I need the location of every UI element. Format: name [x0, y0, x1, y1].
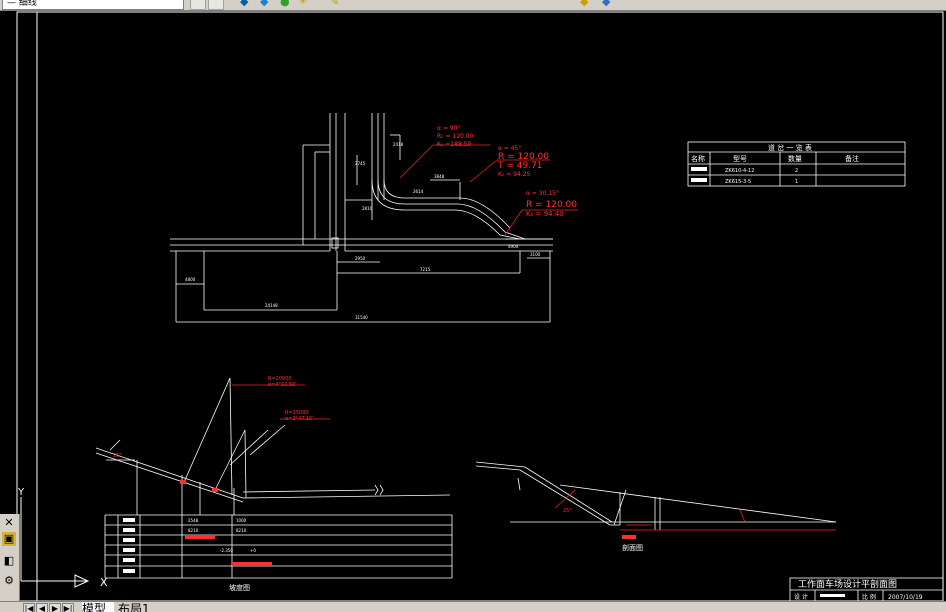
orbit-icon[interactable]: ☀ — [298, 0, 308, 8]
layout-tabs-bar: |◀ ◀ ▶ ▶| 模型 布局1 — [0, 601, 946, 612]
section-view — [475, 461, 837, 530]
dim-text-12: 2810 — [362, 206, 373, 211]
curve3-length: K₀ = 94.40 — [526, 210, 564, 218]
close-icon[interactable]: ✕ — [2, 516, 16, 530]
dim-text-10: 3848 — [434, 174, 445, 179]
turnout-header-model: 型号 — [733, 154, 747, 163]
dim-text-7: 4900 — [508, 244, 519, 249]
turnout-row2-model: ZK615-3-5 — [725, 179, 751, 185]
properties-icon[interactable]: ◆ — [260, 0, 268, 8]
turnout-header-note: 备注 — [845, 154, 859, 163]
match-properties-icon[interactable]: ✎ — [330, 0, 339, 8]
slope-label-a2b: α=3°47′10″ — [285, 416, 314, 422]
ucs-icon — [20, 497, 90, 588]
color-icon[interactable]: ◆ — [580, 0, 588, 8]
slope-cell-4: 8210 — [236, 528, 247, 533]
turnout-row2-qty: 1 — [795, 179, 798, 185]
dim-text-11: 2614 — [413, 189, 424, 194]
grip-icon[interactable]: ◧ — [2, 554, 16, 568]
section-red-marks — [554, 489, 836, 531]
dim-text-9: 2418 — [393, 142, 404, 147]
curve2-tangent: T = 49.71 — [497, 161, 543, 171]
tool-palette: ✕ ▣ ◧ ⚙ — [0, 514, 20, 602]
curve1-radius: R₀ = 120.00 — [437, 133, 474, 140]
slope-view-caption: 坡度图 — [229, 583, 250, 592]
dim-text-5: 2950 — [355, 256, 366, 261]
inner-frame — [36, 11, 944, 601]
slope-angle-label: 25° — [113, 453, 122, 459]
settings-icon[interactable]: ⚙ — [2, 574, 16, 588]
slope-red-labels: R=20000 α=4°10′50″ R=15000 α=3°47′10″ 25… — [113, 376, 330, 566]
curve-labels: α = 90° R₀ = 120.00 K₀ =188.50 α = 45° R… — [399, 125, 578, 236]
slope-table-cells — [123, 518, 135, 573]
dropdown-arrow-icon[interactable] — [208, 0, 224, 10]
section-view-caption: 剖面图 — [622, 543, 643, 552]
curve2-length: K₀ = 94.25 — [498, 171, 531, 178]
view-icon[interactable]: ◆ — [602, 0, 610, 8]
title-block-designer: 设 计 — [794, 593, 808, 601]
drawing-frame — [16, 11, 944, 601]
curve3-angle: α = 30.15° — [526, 190, 559, 197]
ucs-y-label: Y — [17, 487, 25, 498]
curve2-angle: α = 45° — [498, 145, 521, 152]
turnout-row1-qty: 2 — [795, 168, 798, 174]
slope-cell-1: 2548 — [188, 518, 199, 523]
turnout-symbol-2 — [691, 178, 707, 182]
dim-text-8: 2745 — [355, 161, 366, 166]
turnout-table-title: 道 岔 一 览 表 — [768, 143, 812, 152]
layer-states-icon[interactable] — [190, 0, 206, 10]
title-block-date: 2007/10/19 — [888, 594, 923, 601]
linetype-combo[interactable]: — 细线 — [2, 0, 184, 10]
turnout-header-name: 名称 — [691, 154, 705, 163]
drawing-canvas[interactable]: 4800 24148 31540 7215 2950 3100 4900 274… — [0, 10, 946, 601]
refresh-icon[interactable]: ● — [280, 0, 290, 8]
dim-text-2: 24148 — [265, 303, 278, 308]
curve3-radius: R = 120.00 — [526, 200, 577, 210]
slope-cell-6: +0 — [250, 548, 256, 553]
slope-cell-3: 8210 — [188, 528, 199, 533]
turnout-row1-model: ZK610-4-12 — [725, 168, 754, 174]
title-block-title: 工作面车场设计平剖面图 — [798, 578, 897, 590]
dim-text-1: 4800 — [185, 277, 196, 282]
slope-view — [95, 377, 453, 579]
plan-view — [170, 113, 553, 323]
turnout-symbol-1 — [691, 167, 707, 171]
ucs-x-label: X — [100, 576, 108, 589]
section-angle-label: 25° — [563, 508, 572, 514]
slope-cell-5: -2.350 — [220, 548, 233, 553]
turnout-header-qty: 数量 — [788, 154, 802, 163]
title-block-name-bar — [820, 594, 845, 597]
palette-icon[interactable]: ▣ — [2, 532, 16, 546]
turnout-table: 道 岔 一 览 表 名称 型号 数量 备注 ZK610-4-12 2 ZK615… — [687, 141, 906, 187]
dim-text-4: 7215 — [420, 267, 431, 272]
title-block-scale: 比 例 — [862, 593, 876, 601]
section-red-block — [622, 535, 636, 539]
curve1-length: K₀ =188.50 — [437, 141, 471, 148]
linetype-combo-value: — 细线 — [7, 0, 37, 8]
dim-text-3: 31540 — [355, 315, 368, 320]
layer-icon[interactable]: ◆ — [240, 0, 248, 8]
outer-frame — [16, 11, 944, 601]
slope-label-a1b: α=4°10′50″ — [268, 382, 297, 388]
slope-cell-2: 1000 — [236, 518, 247, 523]
dim-text-6: 3100 — [530, 252, 541, 257]
plan-dimensions: 4800 24148 31540 7215 2950 3100 4900 274… — [185, 142, 541, 320]
curve1-angle: α = 90° — [437, 125, 460, 132]
